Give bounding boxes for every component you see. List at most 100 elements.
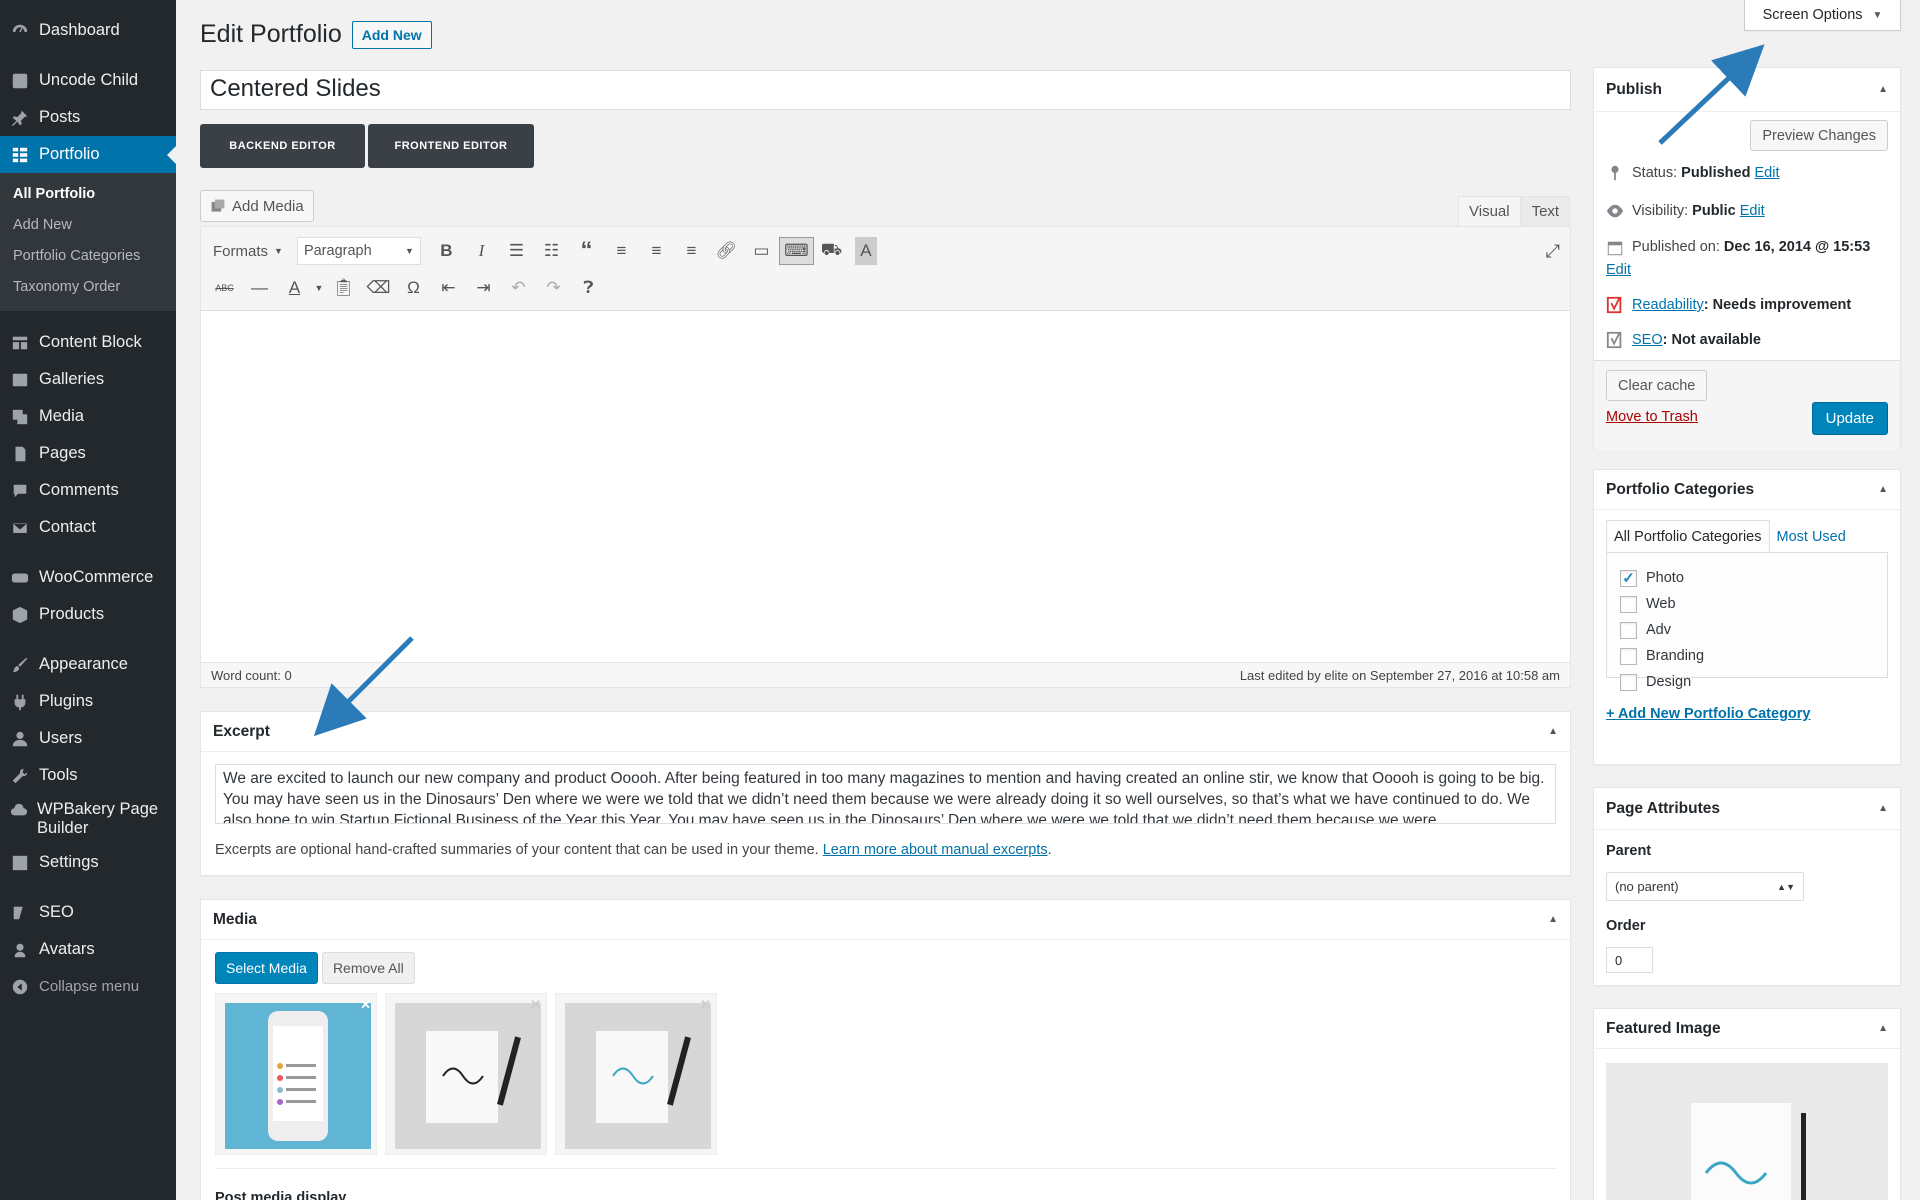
tab-most-used[interactable]: Most Used [1770, 520, 1853, 553]
checkbox[interactable] [1620, 621, 1637, 639]
submenu-taxonomy-order[interactable]: Taxonomy Order [0, 272, 176, 303]
indent-icon[interactable]: ⇥ [466, 274, 501, 302]
collapse-toggle-icon[interactable]: ▲ [1878, 484, 1888, 495]
submenu-portfolio-categories[interactable]: Portfolio Categories [0, 241, 176, 272]
text-color-icon[interactable]: A [277, 274, 312, 302]
vc-icon[interactable]: ⛟ [814, 237, 849, 265]
parent-select[interactable]: (no parent) ▲▼ [1606, 872, 1804, 901]
featured-image-header[interactable]: Featured Image ▲ [1594, 1009, 1900, 1049]
outdent-icon[interactable]: ⇤ [431, 274, 466, 302]
menu-settings[interactable]: Settings [0, 844, 176, 881]
add-new-category-link[interactable]: + Add New Portfolio Category [1606, 706, 1811, 722]
checkbox-checked[interactable]: ✓ [1620, 569, 1637, 587]
remove-media-icon[interactable]: ✕ [360, 997, 371, 1013]
menu-contact[interactable]: Contact [0, 509, 176, 546]
menu-avatars[interactable]: Avatars [0, 931, 176, 968]
editor-content-area[interactable] [201, 311, 1570, 663]
collapse-toggle-icon[interactable]: ▲ [1548, 726, 1558, 737]
category-item[interactable]: ✓ Photo [1620, 565, 1887, 591]
menu-products[interactable]: Products [0, 596, 176, 633]
category-item[interactable]: Adv [1620, 617, 1887, 643]
formats-dropdown[interactable]: Formats ▼ [207, 237, 289, 265]
backend-editor-button[interactable]: BACKEND EDITOR [200, 124, 365, 168]
learn-more-link[interactable]: Learn more about manual excerpts [823, 842, 1048, 858]
tab-visual[interactable]: Visual [1458, 196, 1521, 226]
excerpt-textarea[interactable]: We are excited to launch our new company… [215, 764, 1556, 824]
remove-media-icon[interactable]: ✕ [700, 997, 711, 1013]
redo-icon[interactable]: ↷ [536, 274, 571, 302]
collapse-toggle-icon[interactable]: ▲ [1878, 84, 1888, 95]
bullet-list-icon[interactable]: ☰ [499, 237, 534, 265]
featured-image[interactable] [1606, 1063, 1888, 1200]
toolbar-toggle-icon[interactable]: ⌨ [778, 237, 814, 265]
align-right-icon[interactable]: ≡ [674, 237, 709, 265]
menu-pages[interactable]: Pages [0, 435, 176, 472]
readability-link[interactable]: Readability [1632, 297, 1704, 313]
menu-portfolio[interactable]: Portfolio [0, 136, 176, 173]
menu-woocommerce[interactable]: WooCommerce [0, 559, 176, 596]
category-item[interactable]: Branding [1620, 643, 1887, 669]
caret-down-icon[interactable]: ▼ [312, 274, 326, 302]
checkbox[interactable] [1620, 647, 1637, 665]
media-thumbnail[interactable]: ✕ [385, 993, 547, 1155]
clear-formatting-icon[interactable]: ⌫ [361, 274, 396, 302]
clear-cache-button[interactable]: Clear cache [1606, 370, 1708, 401]
remove-media-icon[interactable]: ✕ [530, 997, 541, 1013]
align-left-icon[interactable]: ≡ [604, 237, 639, 265]
edit-date-link[interactable]: Edit [1606, 262, 1631, 278]
menu-galleries[interactable]: Galleries [0, 361, 176, 398]
move-to-trash-link[interactable]: Move to Trash [1606, 409, 1698, 425]
paragraph-select[interactable]: Paragraph ▼ [296, 237, 421, 265]
checkbox[interactable] [1620, 595, 1637, 613]
tab-all-categories[interactable]: All Portfolio Categories [1606, 520, 1770, 553]
italic-icon[interactable]: I [464, 237, 499, 265]
media-header[interactable]: Media ▲ [201, 900, 1570, 940]
excerpt-header[interactable]: Excerpt ▲ [201, 712, 1570, 752]
menu-users[interactable]: Users [0, 720, 176, 757]
seo-link[interactable]: SEO [1632, 332, 1663, 348]
menu-posts[interactable]: Posts [0, 99, 176, 136]
collapse-toggle-icon[interactable]: ▲ [1548, 914, 1558, 925]
edit-visibility-link[interactable]: Edit [1740, 203, 1765, 219]
category-item[interactable]: Design [1620, 669, 1887, 695]
collapse-toggle-icon[interactable]: ▲ [1878, 1023, 1888, 1034]
menu-wpbakery[interactable]: WPBakery Page Builder [0, 794, 176, 844]
collapse-toggle-icon[interactable]: ▲ [1878, 803, 1888, 814]
submenu-all-portfolio[interactable]: All Portfolio [0, 179, 176, 210]
menu-dashboard[interactable]: Dashboard [0, 12, 176, 49]
tab-text[interactable]: Text [1520, 196, 1571, 226]
strikethrough-icon[interactable]: ABC [207, 274, 242, 302]
menu-content-block[interactable]: Content Block [0, 324, 176, 361]
link-icon[interactable]: 🔗︎ [709, 237, 744, 265]
add-media-button[interactable]: Add Media [200, 190, 314, 222]
media-thumbnail[interactable]: ✕ [555, 993, 717, 1155]
undo-icon[interactable]: ↶ [501, 274, 536, 302]
horizontal-line-icon[interactable]: — [242, 274, 277, 302]
menu-comments[interactable]: Comments [0, 472, 176, 509]
menu-tools[interactable]: Tools [0, 757, 176, 794]
publish-header[interactable]: Publish ▲ [1594, 68, 1900, 112]
paste-text-icon[interactable]: 📋︎ [326, 274, 361, 302]
align-center-icon[interactable]: ≡ [639, 237, 674, 265]
menu-uncode-child[interactable]: Uncode Child [0, 62, 176, 99]
special-character-icon[interactable]: Ω [396, 274, 431, 302]
screen-options-button[interactable]: Screen Options ▼ [1744, 0, 1901, 31]
remove-all-button[interactable]: Remove All [321, 952, 415, 984]
frontend-editor-button[interactable]: FRONTEND EDITOR [368, 124, 534, 168]
update-button[interactable]: Update [1811, 402, 1888, 435]
order-input[interactable]: 0 [1606, 947, 1653, 973]
menu-media[interactable]: Media [0, 398, 176, 435]
help-icon[interactable]: ❓︎ [571, 274, 606, 302]
submenu-add-new[interactable]: Add New [0, 210, 176, 241]
font-style-icon[interactable]: A [854, 237, 877, 265]
media-thumbnail[interactable]: ✕ [215, 993, 377, 1155]
post-title-input[interactable]: Centered Slides [200, 70, 1571, 110]
page-attributes-header[interactable]: Page Attributes ▲ [1594, 788, 1900, 830]
fullscreen-icon[interactable]: ⤢ [1546, 241, 1560, 262]
collapse-menu[interactable]: Collapse menu [0, 968, 176, 1005]
categories-header[interactable]: Portfolio Categories ▲ [1594, 470, 1900, 510]
add-new-button[interactable]: Add New [351, 20, 432, 49]
menu-appearance[interactable]: Appearance [0, 646, 176, 683]
read-more-icon[interactable]: ▭ [744, 237, 779, 265]
edit-status-link[interactable]: Edit [1755, 165, 1780, 181]
